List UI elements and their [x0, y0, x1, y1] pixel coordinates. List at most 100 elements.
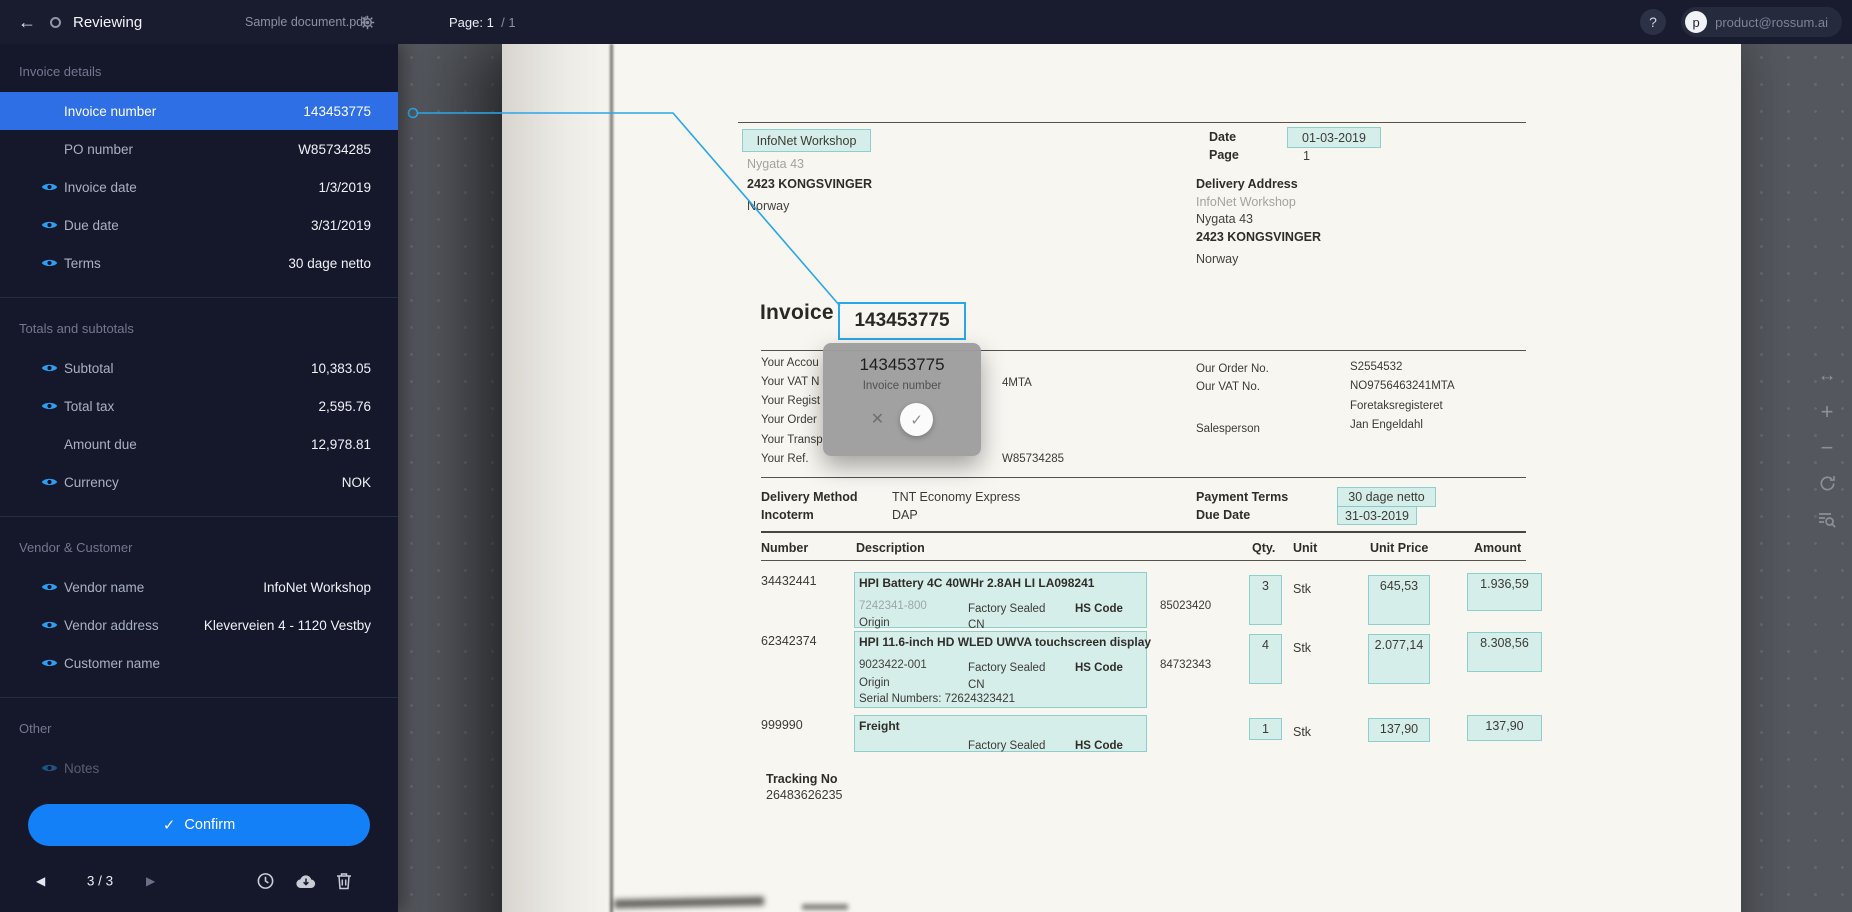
delivery-street: Nygata 43 — [1196, 212, 1253, 226]
line-item-amount-box[interactable]: 137,90 — [1467, 715, 1542, 741]
help-button[interactable]: ? — [1640, 9, 1666, 35]
line-item-part: 9023422-001 — [859, 659, 927, 671]
doc-page-label: Page — [1209, 148, 1239, 162]
approve-check-icon[interactable]: ✓ — [900, 403, 933, 436]
search-text-icon[interactable] — [1817, 510, 1837, 530]
field-value: 1/3/2019 — [318, 180, 371, 195]
field-row-amount-due[interactable]: Amount due 12,978.81 — [0, 425, 398, 463]
field-row-vendor-address[interactable]: Vendor address Kleverveien 4 - 1120 Vest… — [0, 606, 398, 644]
col-header-unit-price: Unit Price — [1370, 541, 1428, 555]
line-item-price: 137,90 — [1380, 722, 1418, 736]
field-row-customer-name[interactable]: Customer name — [0, 644, 398, 682]
field-row-invoice-number[interactable]: Invoice number 143453775 — [0, 92, 398, 130]
fit-width-icon[interactable]: ↔ — [1818, 366, 1837, 385]
invoice-page: InfoNet Workshop Nygata 43 2423 KONGSVIN… — [502, 44, 1741, 912]
field-row-vendor-name[interactable]: Vendor name InfoNet Workshop — [0, 568, 398, 606]
section-title-vendor-customer: Vendor & Customer — [0, 536, 398, 560]
line-item-qty-box[interactable]: 3 — [1249, 575, 1282, 625]
line-item-origin-value: CN — [968, 679, 985, 691]
gear-icon[interactable] — [360, 0, 375, 44]
line-item-qty-box[interactable]: 1 — [1249, 718, 1282, 740]
scan-artifact — [802, 904, 848, 910]
scan-margin — [502, 44, 612, 912]
eye-icon[interactable] — [41, 658, 58, 669]
sender-country: Norway — [747, 199, 789, 213]
line-item-serial: Serial Numbers: 72624323421 — [859, 693, 1015, 705]
date-highlight[interactable]: 01-03-2019 — [1287, 127, 1381, 148]
document-canvas[interactable]: InfoNet Workshop Nygata 43 2423 KONGSVIN… — [398, 44, 1852, 912]
due-date-label: Due Date — [1196, 508, 1250, 522]
rule-line — [761, 560, 1526, 561]
field-label: Vendor name — [64, 580, 263, 595]
line-item-price-box[interactable]: 137,90 — [1368, 718, 1430, 742]
field-row-terms[interactable]: Terms 30 dage netto — [0, 244, 398, 282]
eye-icon[interactable] — [41, 763, 58, 774]
line-item-qty: 4 — [1262, 638, 1269, 652]
confirm-button[interactable]: ✓ Confirm — [28, 804, 370, 846]
field-row-subtotal[interactable]: Subtotal 10,383.05 — [0, 349, 398, 387]
payment-terms-highlight[interactable]: 30 dage netto — [1337, 487, 1436, 507]
eye-icon[interactable] — [41, 363, 58, 374]
field-row-due-date[interactable]: Due date 3/31/2019 — [0, 206, 398, 244]
section-title-other: Other — [0, 717, 398, 741]
line-item-title: HPI Battery 4C 40WHr 2.8AH LI LA098241 — [859, 576, 1094, 590]
vendor-name-highlight[interactable]: InfoNet Workshop — [742, 129, 871, 152]
field-row-invoice-date[interactable]: Invoice date 1/3/2019 — [0, 168, 398, 206]
account-menu[interactable]: p product@rossum.ai — [1681, 7, 1842, 37]
popup-field-label: Invoice number — [823, 380, 981, 392]
field-value: 143453775 — [303, 104, 371, 119]
eye-icon[interactable] — [41, 401, 58, 412]
field-row-total-tax[interactable]: Total tax 2,595.76 — [0, 387, 398, 425]
eye-icon[interactable] — [41, 182, 58, 193]
zoom-out-icon[interactable]: − — [1821, 438, 1834, 457]
line-item-price-box[interactable]: 645,53 — [1368, 575, 1430, 625]
field-row-po-number[interactable]: PO number W85734285 — [0, 130, 398, 168]
line-item-part: 7242341-800 — [859, 600, 927, 612]
rotate-page-icon[interactable] — [1818, 474, 1837, 493]
delivery-method-value: TNT Economy Express — [892, 490, 1020, 504]
eye-icon[interactable] — [41, 620, 58, 631]
eye-icon[interactable] — [41, 477, 58, 488]
line-item-title: HPI 11.6-inch HD WLED UWVA touchscreen d… — [859, 635, 1151, 649]
payment-terms-label: Payment Terms — [1196, 490, 1288, 504]
canvas-toolbar: ↔ + − — [1817, 366, 1837, 530]
delivery-country: Norway — [1196, 252, 1238, 266]
incoterm-value: DAP — [892, 508, 918, 522]
rule-line — [738, 122, 1526, 123]
trash-icon[interactable] — [336, 872, 352, 890]
field-label: Invoice number — [64, 104, 303, 119]
sender-name: InfoNet Workshop — [757, 134, 857, 148]
line-item-qty-box[interactable]: 4 — [1249, 634, 1282, 684]
field-value: 3/31/2019 — [311, 218, 371, 233]
reject-icon[interactable]: ✕ — [871, 412, 884, 428]
invoice-number-bbox[interactable]: 143453775 — [838, 302, 966, 340]
line-item-amount-box[interactable]: 1.936,59 — [1467, 573, 1542, 611]
line-item-hs-label: HS Code — [1075, 603, 1123, 615]
history-clock-icon[interactable] — [256, 872, 275, 891]
eye-icon[interactable] — [41, 258, 58, 269]
field-row-currency[interactable]: Currency NOK — [0, 463, 398, 501]
line-item-factory: Factory Sealed — [968, 603, 1045, 615]
cloud-download-icon[interactable] — [295, 873, 317, 889]
doc-page-value: 1 — [1303, 149, 1310, 163]
due-date-highlight[interactable]: 31-03-2019 — [1337, 506, 1417, 525]
your-account-label: Your Accou — [761, 357, 819, 369]
field-label: Invoice date — [64, 180, 318, 195]
section-title-totals: Totals and subtotals — [0, 317, 398, 341]
back-icon[interactable]: ← — [18, 0, 36, 44]
section-divider — [0, 297, 398, 298]
user-email: product@rossum.ai — [1715, 15, 1828, 30]
page-indicator: Page: 1 / 1 — [449, 0, 516, 44]
field-row-notes[interactable]: Notes — [0, 749, 398, 787]
line-item-price-box[interactable]: 2.077,14 — [1368, 634, 1430, 684]
field-label: Currency — [64, 475, 342, 490]
line-item-origin-label: Origin — [859, 617, 890, 629]
eye-icon[interactable] — [41, 220, 58, 231]
field-label: Vendor address — [64, 618, 204, 633]
field-label: Total tax — [64, 399, 318, 414]
field-label: Amount due — [64, 437, 311, 452]
eye-icon[interactable] — [41, 582, 58, 593]
line-item-amount-box[interactable]: 8.308,56 — [1467, 632, 1542, 672]
line-item-origin-value: CN — [968, 619, 985, 631]
zoom-in-icon[interactable]: + — [1821, 402, 1834, 421]
